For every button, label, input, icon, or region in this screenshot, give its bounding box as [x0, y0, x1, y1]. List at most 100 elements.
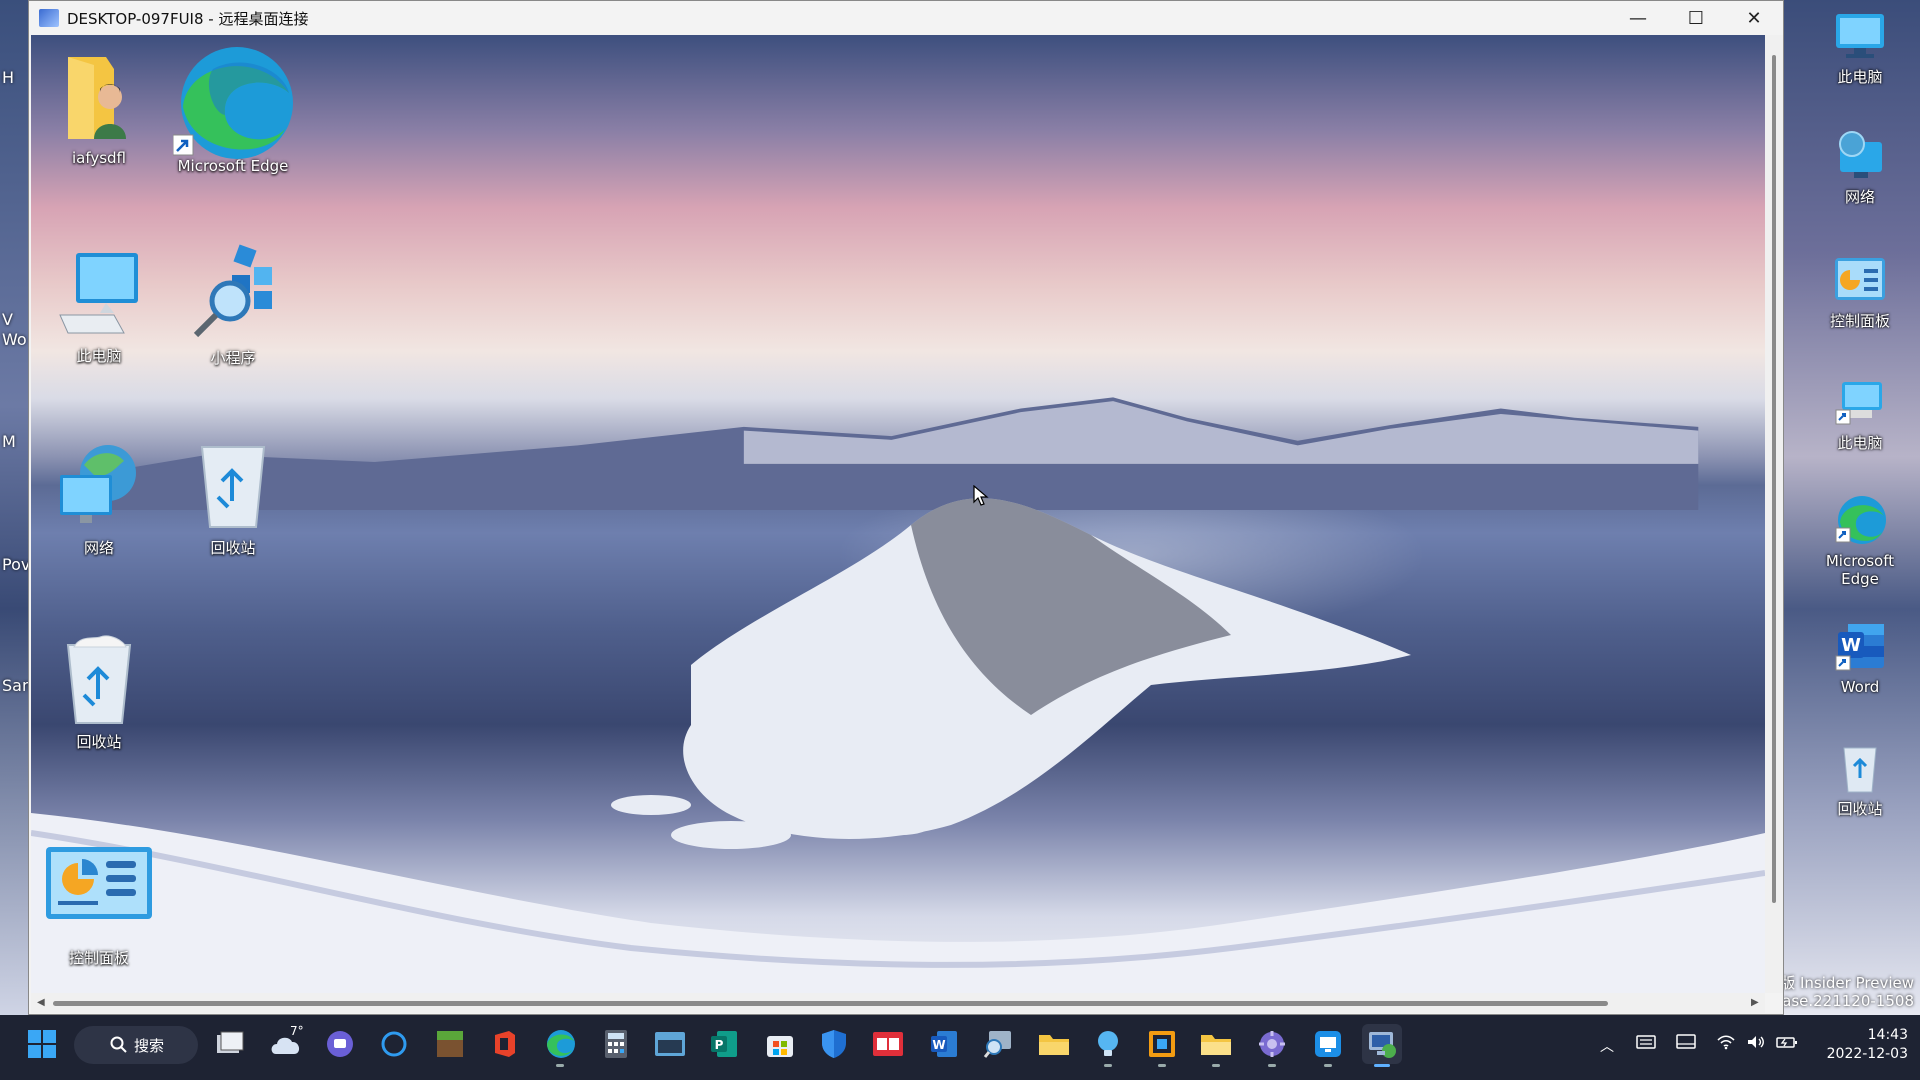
- office-icon: [495, 1031, 515, 1057]
- volume-icon[interactable]: [1746, 1034, 1766, 1054]
- start-button[interactable]: [22, 1024, 62, 1064]
- word-taskbar-button[interactable]: W: [924, 1024, 964, 1064]
- watermark-line: ease.221120-1508: [1772, 992, 1914, 1010]
- this-pc-shortcut-icon: [1832, 374, 1888, 430]
- desktop-icon-label: iafysdfl: [71, 149, 127, 167]
- virtual-machine-button[interactable]: [1142, 1024, 1182, 1064]
- close-button[interactable]: ✕: [1725, 1, 1783, 35]
- vertical-scrollbar[interactable]: [1765, 35, 1783, 993]
- word-icon: W: [1832, 618, 1888, 674]
- scroll-left-arrow-icon[interactable]: ◀: [37, 997, 45, 1008]
- folder-icon: [1201, 1035, 1231, 1055]
- scroll-right-arrow-icon[interactable]: ▶: [1751, 997, 1759, 1008]
- remote-desktop-area[interactable]: iafysdfl Microsoft Edge 此电脑 小程序 网络 回收站 回…: [31, 35, 1765, 993]
- show-hidden-icons-chevron-icon[interactable]: ︿: [1600, 1036, 1614, 1056]
- host-left-label: H: [2, 68, 15, 87]
- desktop-icon-label: 小程序: [210, 349, 256, 367]
- taskbar-clock[interactable]: 14:43 2022-12-03: [1808, 1026, 1908, 1064]
- host-icon-this-pc[interactable]: 此电脑: [1805, 8, 1915, 86]
- running-indicator: [1324, 1064, 1332, 1067]
- security-button[interactable]: [814, 1024, 854, 1064]
- desktop-icon-this-pc[interactable]: 此电脑: [39, 249, 159, 366]
- host-icon-network[interactable]: 网络: [1805, 128, 1915, 206]
- publisher-button[interactable]: P: [704, 1024, 744, 1064]
- keyboard-icon[interactable]: [1636, 1034, 1656, 1054]
- calculator-button[interactable]: [596, 1024, 636, 1064]
- taskbar-search[interactable]: 搜索: [74, 1026, 198, 1064]
- horizontal-scrollbar-thumb[interactable]: [53, 1001, 1608, 1006]
- battery-icon[interactable]: [1776, 1034, 1798, 1054]
- explorer-window-button[interactable]: [1196, 1024, 1236, 1064]
- host-icon-recycle-bin[interactable]: 回收站: [1805, 740, 1915, 818]
- remote-desktop-window[interactable]: DESKTOP-097FUI8 - 远程桌面连接 — ☐ ✕ iafysdfl: [28, 0, 1784, 1015]
- desktop-icon-network[interactable]: 网络: [39, 441, 159, 558]
- minecraft-app-button[interactable]: [430, 1024, 470, 1064]
- remote-assist-button[interactable]: [1308, 1024, 1348, 1064]
- tips-app-button[interactable]: [1088, 1024, 1128, 1064]
- horizontal-scrollbar[interactable]: ◀ ▶: [31, 993, 1765, 1013]
- host-icon-edge[interactable]: Microsoft Edge: [1805, 492, 1915, 588]
- clock-time: 14:43: [1867, 1027, 1908, 1043]
- desktop-icon-label: 控制面板: [68, 949, 129, 967]
- search-label: 搜索: [134, 1036, 165, 1055]
- recycle-bin-icon: [54, 635, 144, 725]
- desktop-icon-applet[interactable]: 小程序: [173, 241, 293, 368]
- host-icon-label: 此电脑: [1837, 68, 1883, 86]
- wifi-icon[interactable]: [1716, 1034, 1736, 1054]
- search-icon: [110, 1036, 127, 1053]
- display-icon[interactable]: [1676, 1034, 1696, 1054]
- running-indicator: [1158, 1064, 1166, 1067]
- edge-icon: [172, 43, 293, 163]
- media-app-button[interactable]: [868, 1024, 908, 1064]
- host-left-label: V: [2, 310, 13, 329]
- office-app-button[interactable]: [484, 1024, 524, 1064]
- host-icon-control-panel[interactable]: 控制面板: [1805, 252, 1915, 330]
- cortana-button[interactable]: [374, 1024, 414, 1064]
- host-left-strip: H V Wo M Pov San: [0, 0, 32, 1015]
- calculator-icon: [605, 1030, 627, 1058]
- running-indicator: [1212, 1064, 1220, 1067]
- desktop-icon-control-panel[interactable]: 控制面板: [39, 843, 159, 968]
- maximize-button[interactable]: ☐: [1667, 1, 1725, 35]
- network-icon: [54, 441, 144, 531]
- host-icon-label: 此电脑: [1837, 434, 1883, 452]
- media-player-icon: [873, 1032, 903, 1056]
- recycle-bin-icon: [188, 441, 278, 531]
- vertical-scrollbar-thumb[interactable]: [1772, 55, 1776, 903]
- desktop-icon-label: 回收站: [76, 733, 122, 751]
- desktop-icon-edge[interactable]: Microsoft Edge: [172, 43, 293, 175]
- desktop-icon-label: 网络: [83, 539, 114, 557]
- teams-chat-button[interactable]: [320, 1024, 360, 1064]
- keyboard-app-button[interactable]: [650, 1024, 690, 1064]
- publisher-icon: P: [711, 1031, 737, 1057]
- weather-widget[interactable]: 7°: [266, 1024, 306, 1064]
- running-indicator: [1268, 1064, 1276, 1067]
- window-title: DESKTOP-097FUI8 - 远程桌面连接: [67, 9, 309, 28]
- file-explorer-button[interactable]: [1034, 1024, 1074, 1064]
- clock-date: 2022-12-03: [1826, 1046, 1908, 1062]
- remote-desktop-taskbar-button[interactable]: [1362, 1024, 1402, 1064]
- remote-desktop-app-icon: [39, 9, 59, 27]
- desktop-icon-label: 此电脑: [76, 347, 122, 365]
- host-icon-word[interactable]: W Word: [1805, 618, 1915, 696]
- snow-foreground: [31, 813, 1765, 993]
- settings-gear-app-button[interactable]: [1252, 1024, 1292, 1064]
- desktop-icon-user-folder[interactable]: iafysdfl: [39, 53, 159, 167]
- store-button[interactable]: [760, 1024, 800, 1064]
- remote-desktop-icon: [1369, 1032, 1396, 1058]
- desktop-icon-recycle-bin-full[interactable]: 回收站: [39, 635, 159, 752]
- host-icon-label: 回收站: [1837, 800, 1883, 818]
- desktop-icon-label: 回收站: [210, 539, 256, 557]
- host-icon-this-pc-shortcut[interactable]: 此电脑: [1805, 374, 1915, 452]
- control-panel-icon: [44, 843, 154, 923]
- host-icon-label: Word: [1840, 678, 1880, 696]
- minimize-button[interactable]: —: [1609, 1, 1667, 35]
- shield-icon: [822, 1030, 846, 1058]
- magnifier-app-button[interactable]: [978, 1024, 1018, 1064]
- edge-taskbar-button[interactable]: [540, 1024, 580, 1064]
- desktop-icon-recycle-bin[interactable]: 回收站: [173, 441, 293, 558]
- watermark-line: 版 Insider Preview: [1780, 974, 1914, 992]
- task-view-button[interactable]: [210, 1024, 250, 1064]
- lightbulb-icon: [1098, 1031, 1118, 1056]
- window-titlebar[interactable]: DESKTOP-097FUI8 - 远程桌面连接 — ☐ ✕: [29, 1, 1783, 35]
